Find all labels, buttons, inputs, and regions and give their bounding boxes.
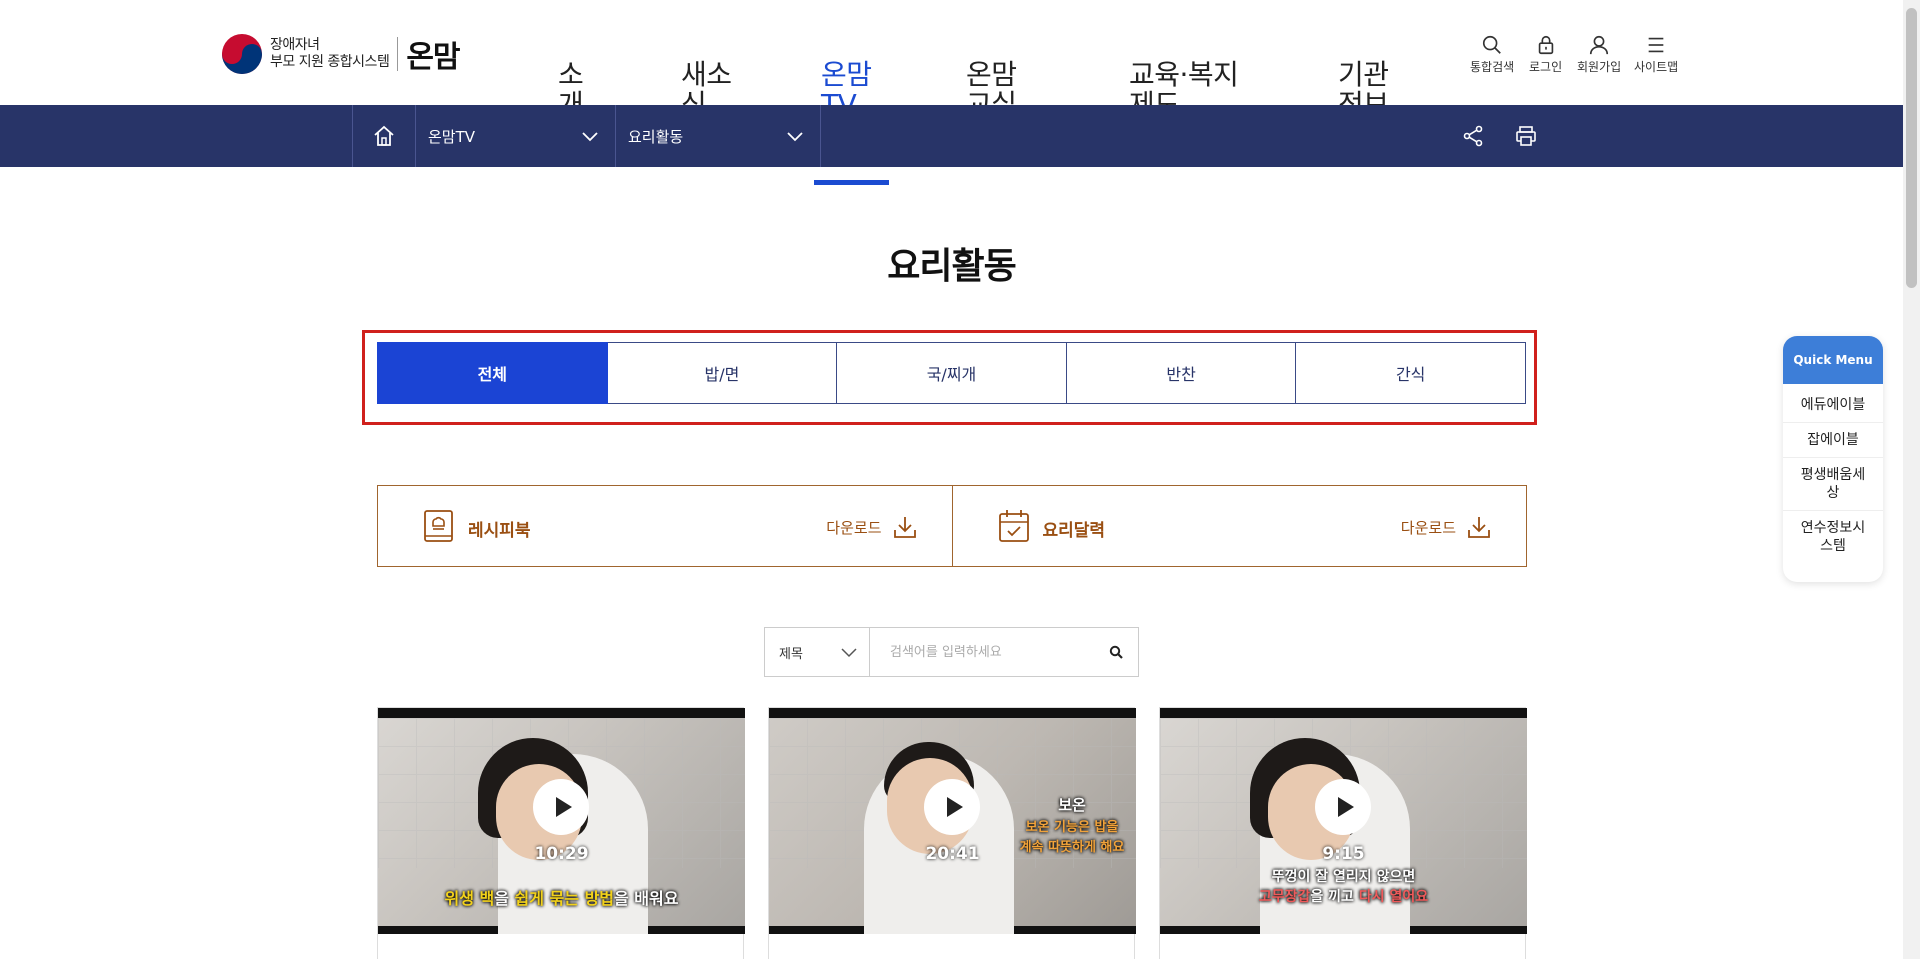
quick-menu-title: Quick Menu [1783, 336, 1883, 384]
quick-link-eduable[interactable]: 에듀에이블 [1783, 388, 1883, 423]
chevron-down-icon [841, 648, 857, 658]
tab-rice-noodle[interactable]: 밥/면 [607, 342, 838, 404]
home-button[interactable] [352, 105, 416, 167]
print-icon[interactable] [1514, 124, 1538, 148]
logo-divider [397, 37, 399, 71]
subtitle-part: 을 배워요 [614, 889, 679, 908]
sitemap-button[interactable]: 사이트맵 [1634, 34, 1678, 75]
video-duration: 10:29 [534, 844, 589, 864]
home-icon [374, 125, 394, 146]
video-card[interactable]: 20:41 보온 보온 기능은 밥을 계속 따뜻하게 해요 [768, 707, 1136, 959]
depth2-dropdown[interactable]: 요리활동 [616, 105, 821, 167]
lock-icon [1538, 35, 1553, 55]
quick-menu: Quick Menu 에듀에이블 잡에이블 평생배움세상 연수정보시스템 [1783, 336, 1883, 582]
tab-all[interactable]: 전체 [377, 342, 608, 404]
calendar-icon [998, 510, 1029, 542]
subtitle-part: 을 [494, 889, 515, 908]
subtitle-line-1: 뚜껑이 잘 열리지 않으면 [1271, 869, 1416, 885]
search-field-value: 제목 [779, 646, 803, 662]
search-button[interactable] [1094, 628, 1138, 676]
site-header: 장애자녀 부모 지원 종합시스템 온맘 소개 새소식 온맘TV 온맘교실 교육·… [0, 0, 1903, 120]
page-scrollbar[interactable] [1903, 0, 1920, 959]
subtitle-part: 쉽게 묶는 방법 [514, 889, 615, 908]
share-icon[interactable] [1461, 124, 1485, 148]
depth2-label: 요리활동 [628, 127, 684, 146]
search-form: 제목 [764, 627, 1139, 677]
user-icon [1590, 35, 1609, 55]
page-title: 요리활동 [887, 246, 1016, 287]
search-field-select[interactable]: 제목 [765, 628, 870, 676]
subtitle-line-2: 계속 따뜻하게 해요 [1019, 840, 1125, 855]
quick-link-lifelong-learning[interactable]: 평생배움세상 [1783, 458, 1883, 511]
logo-subtitle: 장애자녀 부모 지원 종합시스템 [270, 37, 390, 71]
video-duration: 9:15 [1322, 844, 1365, 864]
depth1-label: 온맘TV [428, 127, 476, 146]
recipe-book-download-button[interactable]: 다운로드 [826, 514, 917, 540]
download-action-label: 다운로드 [1400, 518, 1456, 537]
location-bar: 온맘TV 요리활동 [0, 105, 1903, 167]
tab-snack[interactable]: 간식 [1296, 342, 1526, 404]
download-cooking-calendar: 요리달력 다운로드 [951, 486, 1527, 566]
scrollbar-thumb[interactable] [1906, 8, 1917, 288]
video-subtitle: 위생 백을 쉽게 묶는 방법을 배워요 [378, 885, 745, 909]
active-nav-indicator [814, 180, 889, 185]
chevron-down-icon [582, 132, 598, 142]
video-thumbnail[interactable]: 10:29 위생 백을 쉽게 묶는 방법을 배워요 [378, 708, 745, 934]
subtitle-part: 을 끼고 [1310, 889, 1359, 905]
download-icon [893, 517, 916, 538]
video-card[interactable]: 9:15 뚜껑이 잘 열리지 않으면 고무장갑을 끼고 다시 열어요 [1159, 707, 1527, 959]
download-recipe-book: 레시피북 다운로드 [378, 486, 952, 566]
hamburger-icon [1648, 37, 1664, 53]
video-thumbnail[interactable]: 9:15 뚜껑이 잘 열리지 않으면 고무장갑을 끼고 다시 열어요 [1160, 708, 1527, 934]
taegeuk-logo-icon [222, 34, 262, 74]
video-thumbnail[interactable]: 20:41 보온 보온 기능은 밥을 계속 따뜻하게 해요 [769, 708, 1136, 934]
integrated-search-button[interactable]: 통합검색 [1470, 34, 1514, 75]
quick-link-training-info[interactable]: 연수정보시스템 [1783, 511, 1883, 563]
subtitle-part: 위생 백 [444, 889, 495, 908]
download-box: 레시피북 다운로드 요리달력 다운로드 [377, 485, 1527, 567]
play-icon[interactable] [924, 779, 980, 835]
download-label-recipe-book: 레시피북 [468, 521, 531, 541]
site-logo[interactable]: 장애자녀 부모 지원 종합시스템 온맘 [222, 32, 461, 76]
logo-line-1: 장애자녀 [270, 37, 320, 53]
recipe-book-icon [424, 510, 453, 542]
search-icon [1483, 35, 1501, 54]
login-button[interactable]: 로그인 [1529, 34, 1562, 75]
play-icon[interactable] [533, 779, 589, 835]
download-action-label: 다운로드 [826, 518, 882, 537]
search-input[interactable] [870, 628, 1094, 676]
quick-link-jobable[interactable]: 잡에이블 [1783, 423, 1883, 458]
join-button[interactable]: 회원가입 [1577, 34, 1621, 75]
tab-side-dish[interactable]: 반찬 [1066, 342, 1297, 404]
util-label-sitemap: 사이트맵 [1634, 60, 1679, 74]
util-label-login: 로그인 [1529, 60, 1563, 74]
download-icon [1468, 517, 1490, 538]
category-tabs: 전체 밥/면 국/찌개 반찬 간식 [377, 342, 1526, 404]
logo-line-2: 부모 지원 종합시스템 [270, 54, 390, 70]
subtitle-part: 다시 열어요 [1358, 889, 1429, 905]
depth1-dropdown[interactable]: 온맘TV [416, 105, 616, 167]
subtitle-title: 보온 [1058, 796, 1086, 814]
subtitle-part: 고무장갑 [1258, 889, 1311, 905]
tab-soup-stew[interactable]: 국/찌개 [837, 342, 1067, 404]
video-card[interactable]: 10:29 위생 백을 쉽게 묶는 방법을 배워요 [377, 707, 745, 959]
util-label-join: 회원가입 [1577, 60, 1622, 74]
download-label-cooking-calendar: 요리달력 [1042, 521, 1106, 541]
util-label-search: 통합검색 [1470, 60, 1515, 74]
search-icon [1109, 645, 1123, 659]
chevron-down-icon [787, 132, 803, 142]
logo-brand: 온맘 [406, 40, 460, 75]
subtitle-line-1: 보온 기능은 밥을 [1025, 820, 1119, 835]
play-icon[interactable] [1315, 779, 1371, 835]
subtitle-line-2: 고무장갑을 끼고 다시 열어요 [1160, 886, 1527, 906]
cooking-calendar-download-button[interactable]: 다운로드 [1401, 514, 1492, 540]
